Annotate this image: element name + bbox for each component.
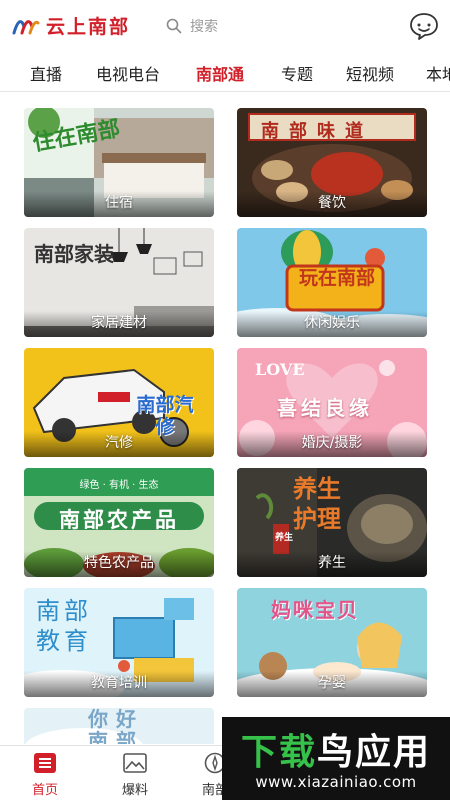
tile-auto-repair-caption: 汽修 [105, 435, 133, 451]
tile-specialty-produce-caption: 特色农产品 [84, 555, 154, 571]
watermark-title: 下载鸟应用 [222, 723, 450, 775]
tile-hello-nanbu[interactable]: 你好南部 [24, 708, 214, 744]
tab-live[interactable]: 直播 [30, 61, 62, 85]
tile-wellness-title: 养生护理 [293, 474, 341, 533]
tile-home-building[interactable]: 南部家装 家居建材 [24, 228, 214, 337]
search-bar[interactable]: 搜索 [166, 12, 396, 40]
tile-wedding-photo-caption: 婚庆/摄影 [301, 435, 363, 451]
tile-leisure-caption: 休闲娱乐 [304, 315, 360, 331]
category-grid: 住在南部 住宿 南部味道 餐饮 南部家装 家居建材 玩在南部 休闲娱乐 南部汽修… [0, 92, 450, 744]
tile-wellness-label: 养生 [275, 533, 294, 543]
tile-hello-nanbu-title: 你好南部 [88, 708, 144, 744]
tile-lodging[interactable]: 住在南部 住宿 [24, 108, 214, 217]
tile-home-building-title: 南部家装 [34, 242, 114, 266]
tile-wedding-photo-title: 喜结良缘 [277, 396, 373, 420]
tile-leisure-title: 玩在南部 [298, 267, 375, 289]
logo-mark-icon [12, 19, 40, 34]
app-header: 云上南部 搜索 [0, 0, 450, 52]
channel-tabs: ┐ 直播 电视电台 南部通 专题 短视频 本地 [0, 52, 450, 92]
tile-wellness-caption: 养生 [318, 555, 346, 571]
tile-education-title: 南部教育 [36, 597, 92, 655]
tile-specialty-produce-title: 南部农产品 [59, 508, 179, 532]
tile-maternity[interactable]: 妈咪宝贝 孕婴 [237, 588, 427, 697]
tile-dining-title: 南部味道 [261, 121, 373, 142]
tab-short-video[interactable]: 短视频 [346, 61, 394, 85]
search-placeholder: 搜索 [190, 19, 218, 35]
tab-local[interactable]: 本地 [426, 61, 450, 85]
logo-text: 云上南部 [46, 16, 131, 38]
tile-education-caption: 教育培训 [91, 675, 147, 691]
app-logo: 云上南部 [12, 12, 130, 39]
tile-leisure[interactable]: 玩在南部 休闲娱乐 [237, 228, 427, 337]
tile-wellness[interactable]: 养生护理 养生 养生 [237, 468, 427, 577]
nav-tip-off-label: 爆料 [121, 783, 148, 798]
search-icon [166, 18, 182, 34]
tab-topics[interactable]: 专题 [281, 61, 313, 85]
tile-home-building-caption: 家居建材 [91, 315, 147, 331]
tile-wedding-love: LOVE [255, 360, 305, 379]
tile-maternity-title: 妈咪宝贝 [271, 598, 359, 622]
tile-education[interactable]: 南部教育 教育培训 [24, 588, 214, 697]
watermark-title-green: 下载 [240, 732, 317, 773]
tile-maternity-caption: 孕婴 [318, 675, 346, 691]
tab-nanbutong[interactable]: 南部通 [196, 61, 244, 85]
site-watermark: 下载鸟应用 www.xiazainiao.com [222, 717, 450, 800]
tile-dining-caption: 餐饮 [318, 195, 346, 211]
tile-wedding-photo[interactable]: LOVE 喜结良缘 婚庆/摄影 [237, 348, 427, 457]
tile-specialty-produce[interactable]: 绿色 · 有机 · 生态 南部农产品 特色农产品 [24, 468, 214, 577]
image-icon [123, 753, 147, 773]
tile-dining[interactable]: 南部味道 餐饮 [237, 108, 427, 217]
nav-home[interactable]: 首页 [10, 752, 80, 798]
tile-produce-slogan: 绿色 · 有机 · 生态 [79, 480, 159, 491]
chat-bubble-icon[interactable] [408, 10, 440, 42]
tab-tv-radio[interactable]: 电视电台 [96, 61, 160, 85]
home-icon [34, 753, 56, 773]
watermark-url: www.xiazainiao.com [255, 773, 417, 791]
nav-tip-off[interactable]: 爆料 [100, 752, 170, 798]
watermark-title-white: 鸟应用 [317, 732, 432, 773]
tile-auto-repair[interactable]: 南部汽修 汽修 [24, 348, 214, 457]
tile-lodging-caption: 住宿 [105, 195, 133, 211]
nav-home-label: 首页 [31, 783, 58, 798]
